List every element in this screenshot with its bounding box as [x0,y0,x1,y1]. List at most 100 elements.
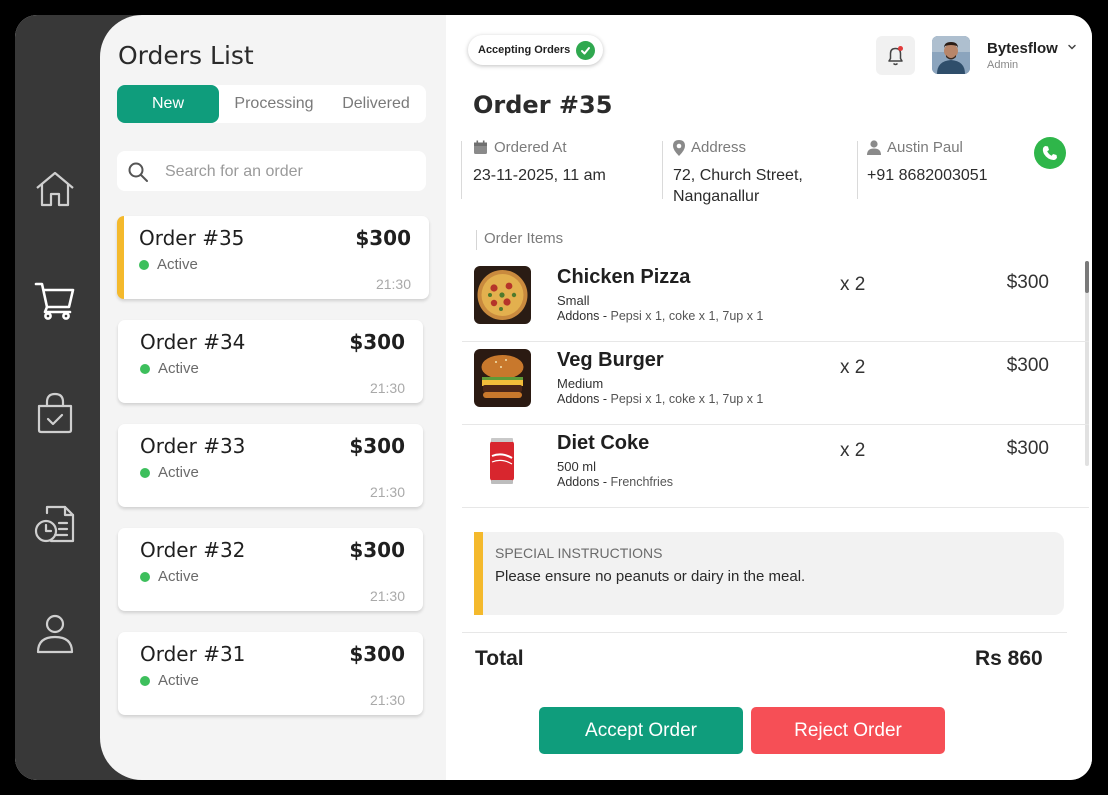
sidebar-item-bag[interactable] [33,391,77,435]
special-instructions-heading: SPECIAL INSTRUCTIONS [495,545,663,561]
user-role: Admin [987,59,1019,71]
ordered-at-value: 23-11-2025, 11 am [473,167,606,184]
item-name: Veg Burger [557,349,664,371]
addons-value: Frenchfries [610,475,674,489]
report-clock-icon [34,505,75,543]
device-frame: Orders List New Processing Delivered Ord… [0,0,1108,795]
order-card-price: $300 [355,226,411,250]
sidebar-item-reports[interactable] [33,501,77,545]
burger-image [474,349,531,407]
bell-icon [888,46,903,66]
special-instructions-text: Please ensure no peanuts or dairy in the… [495,568,806,585]
order-item-row: Veg Burger Medium Addons - Pepsi x 1, co… [462,341,1089,425]
reject-order-button[interactable]: Reject Order [751,707,945,754]
item-addons: Addons - Frenchfries [557,475,673,489]
order-card-33[interactable]: Order #33 $300 Active 21:30 [118,424,423,507]
person-icon [867,140,881,155]
addons-value: Pepsi x 1, coke x 1, 7up x 1 [610,392,764,406]
order-card-status: Active [158,360,199,377]
chevron-down-icon[interactable] [1067,42,1077,52]
check-icon [576,40,596,60]
status-dot [140,676,150,686]
order-title: Order #35 [473,91,613,119]
orders-tabs: New Processing Delivered [117,85,426,123]
notifications-button[interactable] [876,36,915,75]
call-button[interactable] [1034,137,1066,169]
order-card-status: Active [158,464,199,481]
address-label: Address [691,139,747,156]
order-item-row: Chicken Pizza Small Addons - Pepsi x 1, … [462,258,1089,342]
sidebar-item-profile[interactable] [33,611,77,655]
addons-label: Addons - [557,309,608,323]
order-card-time: 21:30 [369,380,405,396]
item-addons: Addons - Pepsi x 1, coke x 1, 7up x 1 [557,392,763,406]
total-value: Rs 860 [975,647,1043,670]
cart-icon [34,282,75,320]
ordered-at-label: Ordered At [494,139,567,156]
accepting-orders-label: Accepting Orders [478,44,571,56]
order-card-32[interactable]: Order #32 $300 Active 21:30 [118,528,423,611]
status-dot [140,572,150,582]
app-screen: Orders List New Processing Delivered Ord… [15,15,1092,780]
tab-processing[interactable]: Processing [222,85,326,123]
accept-order-button[interactable]: Accept Order [539,707,743,754]
order-card-price: $300 [349,642,405,666]
item-price: $300 [1006,438,1049,459]
address-line-1: 72, Church Street, [673,167,803,184]
order-card-status: Active [158,672,199,689]
search-box [117,151,426,191]
special-instructions: SPECIAL INSTRUCTIONS Please ensure no pe… [474,532,1064,615]
divider [461,141,462,199]
item-name: Chicken Pizza [557,266,691,288]
coke-image [474,432,531,490]
status-dot [139,260,149,270]
order-card-title: Order #34 [140,330,246,354]
total-label: Total [475,647,524,670]
divider [662,141,663,199]
order-card-price: $300 [349,330,405,354]
bag-check-icon [37,392,73,434]
addons-label: Addons - [557,475,608,489]
user-name: Bytesflow [987,40,1058,57]
item-size: Small [557,293,590,308]
order-card-31[interactable]: Order #31 $300 Active 21:30 [118,632,423,715]
order-card-price: $300 [349,434,405,458]
sidebar-item-home[interactable] [33,167,77,211]
order-card-title: Order #35 [139,226,245,250]
customer-phone: +91 8682003051 [867,167,988,184]
pizza-image [474,266,531,324]
order-card-34[interactable]: Order #34 $300 Active 21:30 [118,320,423,403]
addons-label: Addons - [557,392,608,406]
item-name: Diet Coke [557,432,650,454]
item-price: $300 [1006,355,1049,376]
order-item-row: Diet Coke 500 ml Addons - Frenchfries x … [462,424,1089,508]
divider [476,230,477,250]
order-card-status: Active [157,256,198,273]
item-quantity: x 2 [840,274,866,295]
addons-value: Pepsi x 1, coke x 1, 7up x 1 [610,309,764,323]
orders-list-title: Orders List [118,41,254,70]
item-addons: Addons - Pepsi x 1, coke x 1, 7up x 1 [557,309,763,323]
orders-list-panel: Orders List New Processing Delivered Ord… [100,15,530,780]
search-icon [128,162,148,182]
tab-delivered[interactable]: Delivered [329,85,423,123]
order-items-label: Order Items [484,230,564,247]
search-input[interactable] [163,159,417,185]
address-block: Address 72, Church Street, Nanganallur [673,139,803,207]
sidebar-item-orders[interactable] [33,277,77,321]
item-quantity: x 2 [840,357,866,378]
accepting-orders-toggle[interactable]: Accepting Orders [468,35,604,65]
customer-block: Austin Paul +91 8682003051 [867,139,988,186]
order-card-price: $300 [349,538,405,562]
status-dot [140,364,150,374]
location-pin-icon [673,139,685,156]
tab-new[interactable]: New [117,85,219,123]
order-card-time: 21:30 [369,484,405,500]
phone-icon [1042,146,1057,160]
status-dot [140,468,150,478]
item-size: 500 ml [557,459,597,474]
order-card-title: Order #31 [140,642,246,666]
order-card-35[interactable]: Order #35 $300 Active 21:30 [117,216,429,299]
avatar[interactable] [932,36,970,74]
customer-name: Austin Paul [887,139,963,156]
